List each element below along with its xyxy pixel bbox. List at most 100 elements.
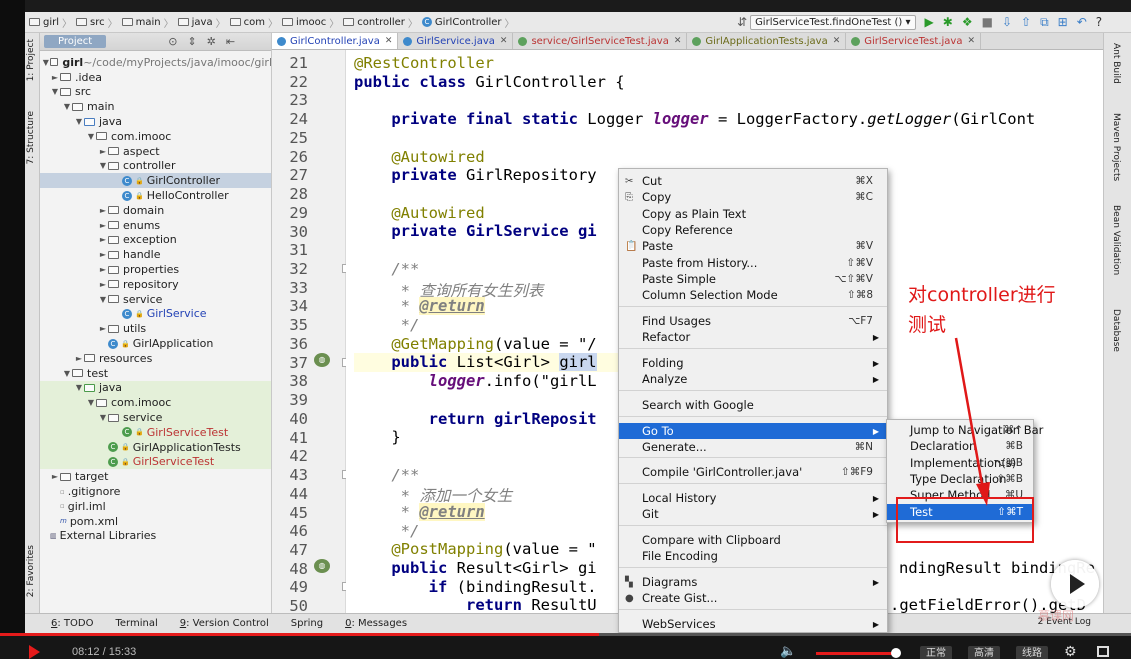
expand-arrow-icon[interactable]: ▼ (42, 58, 50, 67)
tree-item[interactable]: ▥ External Libraries (40, 529, 271, 544)
menu-item[interactable]: ⎘ Copy ⌘C (619, 189, 887, 205)
menu-item[interactable]: Find Usages ⌥F7 (619, 313, 887, 329)
menu-item[interactable]: Local History ▶ (619, 490, 887, 506)
breadcrumb-main[interactable]: main 〉 (121, 15, 174, 30)
breadcrumb-java[interactable]: java 〉 (177, 15, 226, 30)
breadcrumb-src[interactable]: src 〉 (76, 15, 118, 30)
submenu-item[interactable]: Jump to Navigation Bar ⌘↑ (887, 422, 1043, 438)
gear-icon[interactable]: ✲ (207, 35, 216, 48)
tree-item[interactable]: ► handle (40, 247, 271, 262)
tree-item[interactable]: ▼ girl ~/code/myProjects/java/imooc/girl (40, 55, 271, 70)
submenu-item[interactable]: Declaration ⌘B (887, 438, 1033, 454)
revert-icon[interactable]: ↶ (1077, 15, 1087, 29)
editor-tab[interactable]: GirlServiceTest.java ✕ (846, 33, 981, 49)
expand-arrow-icon[interactable]: ▼ (86, 132, 96, 141)
tree-item[interactable]: ► target (40, 469, 271, 484)
quality-hd-button[interactable]: 高清 (968, 646, 1000, 659)
tree-item[interactable]: ▼ service (40, 292, 271, 307)
volume-knob[interactable] (890, 648, 901, 658)
tree-item[interactable]: C 🔒 GirlServiceTest (40, 425, 271, 440)
tree-item[interactable]: C 🔒 HelloController (40, 188, 271, 203)
tool-messages[interactable]: 0: Messages (345, 618, 407, 629)
expand-arrow-icon[interactable]: ▼ (62, 369, 72, 378)
tree-item[interactable]: C 🔒 GirlService (40, 307, 271, 322)
menu-item[interactable]: WebServices ▶ (619, 616, 887, 632)
tool-terminal[interactable]: Terminal (115, 618, 157, 629)
menu-item[interactable]: Compare with Clipboard (619, 532, 887, 548)
vcs-compare-icon[interactable]: ⧉ (1040, 15, 1049, 30)
tree-item[interactable]: ▼ controller (40, 159, 271, 174)
collapse-arrow-icon[interactable]: ► (98, 221, 108, 230)
vcs-history-icon[interactable]: ⊞ (1058, 15, 1068, 29)
volume-icon[interactable]: 🔈 (780, 644, 796, 659)
menu-item[interactable]: Compile 'GirlController.java' ⇧⌘F9 (619, 464, 887, 480)
tree-item[interactable]: ► domain (40, 203, 271, 218)
spring-bean-icon[interactable]: ◍ (314, 353, 330, 367)
collapse-arrow-icon[interactable]: ► (98, 206, 108, 215)
breadcrumb-com[interactable]: com 〉 (229, 15, 278, 30)
menu-item[interactable]: Search with Google (619, 397, 887, 413)
expand-arrow-icon[interactable]: ▼ (50, 87, 60, 96)
coverage-icon[interactable]: ❖ (962, 15, 973, 29)
tree-item[interactable]: ► .idea (40, 70, 271, 85)
tree-item[interactable]: C 🔒 GirlServiceTest (40, 454, 271, 470)
vcs-commit-icon[interactable]: ⇧ (1021, 15, 1031, 29)
collapse-icon[interactable]: ⇕ (187, 35, 196, 48)
tool-tab-bean-validation[interactable]: Bean Validation (1111, 205, 1121, 275)
editor-tab[interactable]: GirlController.java ✕ (272, 33, 399, 49)
tree-item[interactable]: ► aspect (40, 144, 271, 159)
close-icon[interactable]: ✕ (833, 36, 841, 46)
build-icon[interactable]: ⇵ (737, 15, 747, 29)
submenu-item[interactable]: Implementation(s) ⌥⌘B (887, 455, 1033, 471)
gear-icon[interactable]: ⚙ (1064, 644, 1077, 659)
collapse-arrow-icon[interactable]: ► (98, 235, 108, 244)
menu-item[interactable]: Paste from History... ⇧⌘V (619, 255, 887, 271)
target-icon[interactable]: ⊙ (168, 35, 177, 48)
tool-tab-structure[interactable]: 7: Structure (26, 111, 36, 165)
menu-item[interactable]: Column Selection Mode ⇧⌘8 (619, 287, 887, 303)
tool-version-control[interactable]: 9: Version Control (180, 618, 269, 629)
editor-tab[interactable]: GirlApplicationTests.java ✕ (687, 33, 847, 49)
spring-bean-icon[interactable]: ◍ (314, 559, 330, 573)
vcs-update-icon[interactable]: ⇩ (1002, 15, 1012, 29)
collapse-arrow-icon[interactable]: ► (74, 354, 84, 363)
tree-item[interactable]: ► properties (40, 262, 271, 277)
collapse-arrow-icon[interactable]: ► (50, 73, 60, 82)
project-view-select[interactable]: Project (44, 35, 107, 48)
collapse-arrow-icon[interactable]: ► (98, 324, 108, 333)
tree-item[interactable]: ▫ girl.iml (40, 499, 271, 514)
expand-arrow-icon[interactable]: ▼ (98, 413, 108, 422)
play-icon[interactable] (29, 645, 40, 659)
menu-item[interactable]: File Encoding (619, 548, 887, 564)
hide-icon[interactable]: ⇤ (226, 35, 235, 48)
tree-item[interactable]: ► repository (40, 277, 271, 292)
tree-item[interactable]: ▼ com.imooc (40, 129, 271, 144)
tool-spring[interactable]: Spring (291, 618, 323, 629)
tree-item[interactable]: ▫ .gitignore (40, 484, 271, 499)
tree-item[interactable]: ▼ src (40, 85, 271, 100)
expand-arrow-icon[interactable]: ▼ (86, 398, 96, 407)
tree-item[interactable]: ▼ service (40, 410, 271, 425)
expand-arrow-icon[interactable]: ▼ (62, 102, 72, 111)
collapse-arrow-icon[interactable]: ► (98, 265, 108, 274)
menu-item[interactable]: Go To ▶ (619, 423, 887, 439)
tree-item[interactable]: ▼ java (40, 114, 271, 129)
menu-item[interactable]: Folding ▶ (619, 355, 887, 371)
tree-item[interactable]: C 🔒 GirlApplication (40, 336, 271, 351)
menu-item[interactable]: Copy as Plain Text (619, 206, 887, 222)
breadcrumb-girlcontroller[interactable]: C GirlController 〉 (421, 15, 515, 30)
breadcrumb-girl[interactable]: girl 〉 (29, 15, 72, 30)
help-icon[interactable]: ? (1096, 15, 1102, 29)
tool-todo[interactable]: 6: TODO (51, 618, 93, 629)
tool-tab-favorites[interactable]: 2: Favorites (26, 545, 36, 597)
tree-item[interactable]: C 🔒 GirlApplicationTests (40, 439, 271, 455)
expand-arrow-icon[interactable]: ▼ (74, 383, 84, 392)
tree-item[interactable]: C 🔒 GirlController (40, 173, 271, 189)
menu-item[interactable]: ✂ Cut ⌘X (619, 173, 887, 189)
menu-item[interactable]: Git ▶ (619, 506, 887, 522)
collapse-arrow-icon[interactable]: ► (50, 472, 60, 481)
tool-tab-database[interactable]: Database (1111, 309, 1121, 352)
collapse-arrow-icon[interactable]: ► (98, 280, 108, 289)
close-icon[interactable]: ✕ (500, 36, 508, 46)
editor-tab[interactable]: service/GirlServiceTest.java ✕ (513, 33, 688, 49)
